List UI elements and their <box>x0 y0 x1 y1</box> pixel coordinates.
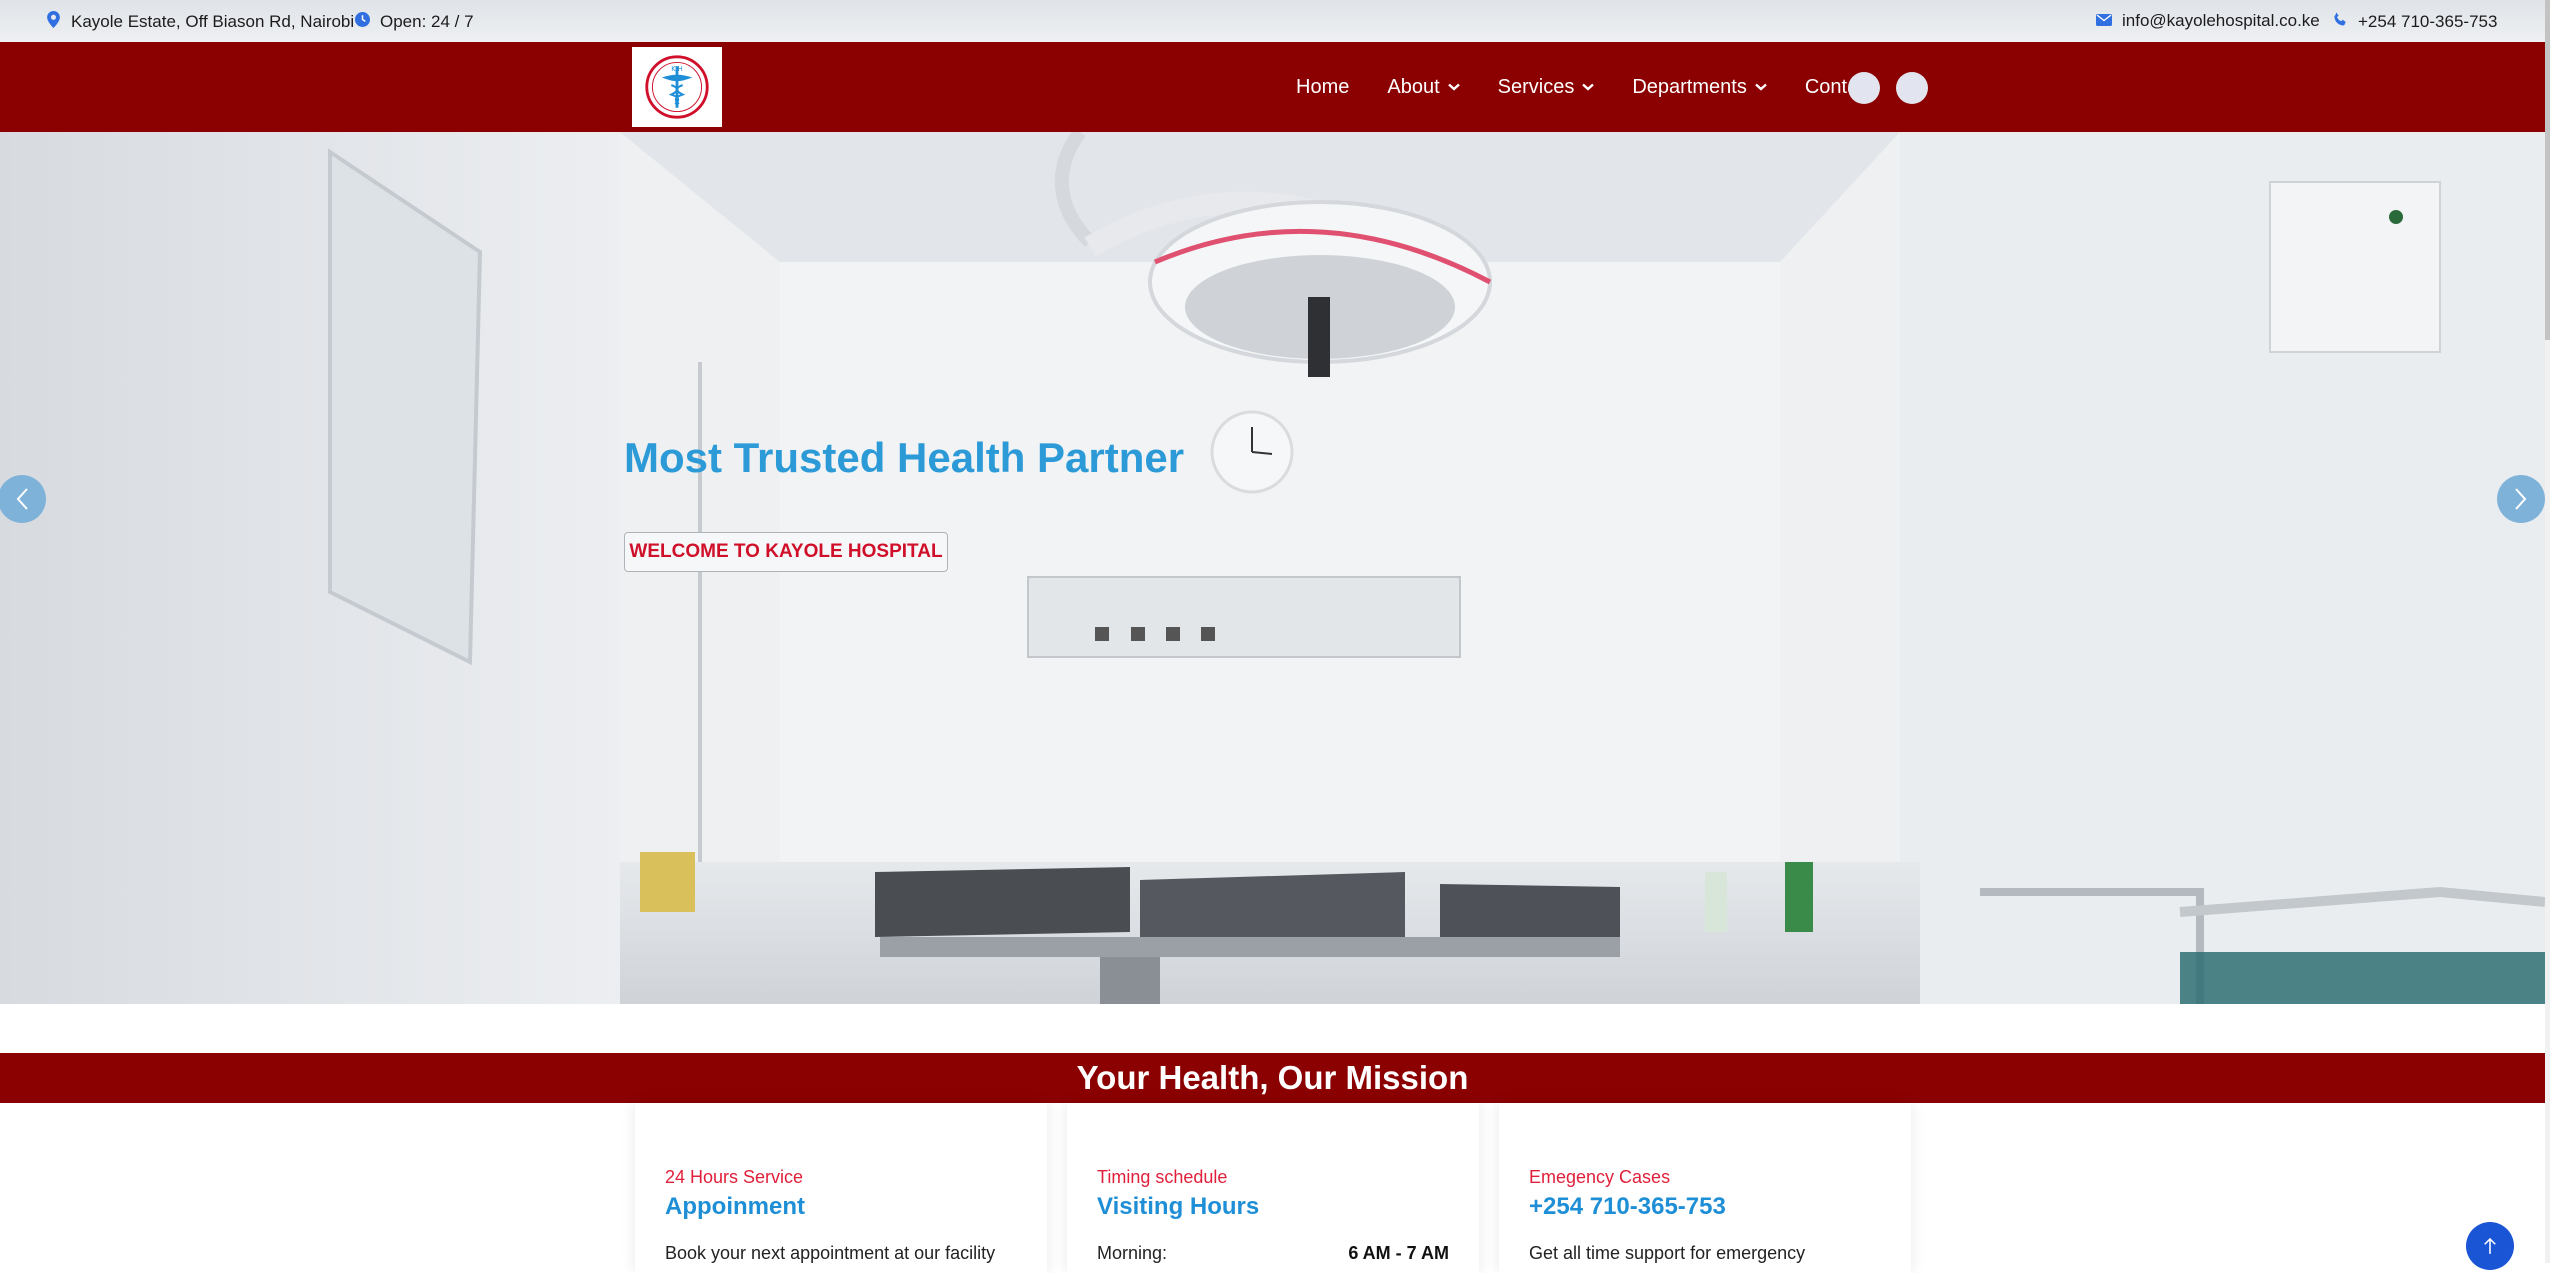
nav-item-services[interactable]: Services <box>1498 76 1595 99</box>
main-navbar: K.H Home About Services Departments Cont… <box>0 42 2545 132</box>
nav-menu: Home About Services Departments Contact <box>1296 42 1874 132</box>
caduceus-logo-icon: K.H <box>645 55 709 119</box>
social-icon-button[interactable] <box>1848 72 1880 104</box>
address-text: Kayole Estate, Off Biason Rd, Nairobi <box>71 12 355 31</box>
card-subtitle: Emegency Cases <box>1529 1167 1671 1187</box>
card-subtitle: 24 Hours Service <box>665 1167 804 1187</box>
top-info-bar: Kayole Estate, Off Biason Rd, Nairobi Op… <box>0 0 2545 42</box>
chevron-down-icon <box>1447 83 1460 91</box>
nav-item-departments[interactable]: Departments <box>1632 76 1767 99</box>
nav-label: Departments <box>1632 75 1747 98</box>
operating-room-image <box>0 132 2545 1004</box>
phone-text[interactable]: +254 710-365-753 <box>2358 12 2497 32</box>
phone-item[interactable]: +254 710-365-753 <box>2333 11 2497 33</box>
map-pin-icon <box>46 11 61 33</box>
nav-label: Services <box>1497 75 1575 98</box>
logo-initials: K.H <box>671 65 682 73</box>
email-item[interactable]: info@kayolehospital.co.ke <box>2096 11 2320 31</box>
hospital-logo[interactable]: K.H <box>632 47 722 127</box>
page-scrollbar[interactable] <box>2545 0 2550 1263</box>
carousel-next-button[interactable] <box>2497 475 2545 523</box>
emergency-phone[interactable]: +254 710-365-753 <box>1529 1193 1726 1221</box>
emergency-card: Emegency Cases +254 710-365-753 Get all … <box>1499 1103 1911 1273</box>
clock-icon <box>355 11 370 33</box>
chevron-down-icon <box>1582 83 1595 91</box>
scrollbar-thumb[interactable] <box>2545 0 2550 340</box>
chevron-left-icon <box>16 488 28 510</box>
card-subtitle: Timing schedule <box>1097 1167 1228 1187</box>
schedule-value: 6 AM - 7 AM <box>1348 1243 1449 1263</box>
mission-banner: Your Health, Our Mission <box>0 1053 2545 1103</box>
chevron-down-icon <box>1755 83 1767 91</box>
nav-item-home[interactable]: Home <box>1296 76 1349 99</box>
appointment-card: 24 Hours Service Appoinment Book your ne… <box>635 1103 1047 1273</box>
hero-title: Most Trusted Health Partner <box>624 434 1185 481</box>
card-text: Get all time support for emergency <box>1529 1243 1806 1263</box>
hours-text: Open: 24 / 7 <box>380 12 474 31</box>
address-item: Kayole Estate, Off Biason Rd, Nairobi <box>46 11 354 33</box>
hero-carousel: Most Trusted Health Partner WELCOME TO K… <box>0 132 2545 1004</box>
visiting-hours-card: Timing schedule Visiting Hours Morning: … <box>1067 1103 1479 1273</box>
welcome-button[interactable]: WELCOME TO KAYOLE HOSPITAL <box>624 532 948 572</box>
carousel-prev-button[interactable] <box>0 475 46 523</box>
email-text[interactable]: info@kayolehospital.co.ke <box>2122 11 2320 31</box>
nav-item-about[interactable]: About <box>1387 75 1460 99</box>
card-title: Appoinment <box>665 1193 805 1220</box>
arrow-up-icon <box>2484 1237 2496 1254</box>
phone-icon <box>2333 11 2348 33</box>
nav-label: About <box>1387 75 1440 98</box>
envelope-icon <box>2096 11 2112 31</box>
card-text: Book your next appointment at our facili… <box>665 1243 996 1263</box>
hours-item: Open: 24 / 7 <box>355 11 474 33</box>
social-icon-button[interactable] <box>1896 72 1928 104</box>
mission-title: Your Health, Our Mission <box>1076 1059 1469 1096</box>
chevron-right-icon <box>2515 488 2527 510</box>
nav-label: Home <box>1296 75 1350 98</box>
card-title: Visiting Hours <box>1097 1193 1260 1220</box>
schedule-label: Morning: <box>1097 1243 1168 1263</box>
